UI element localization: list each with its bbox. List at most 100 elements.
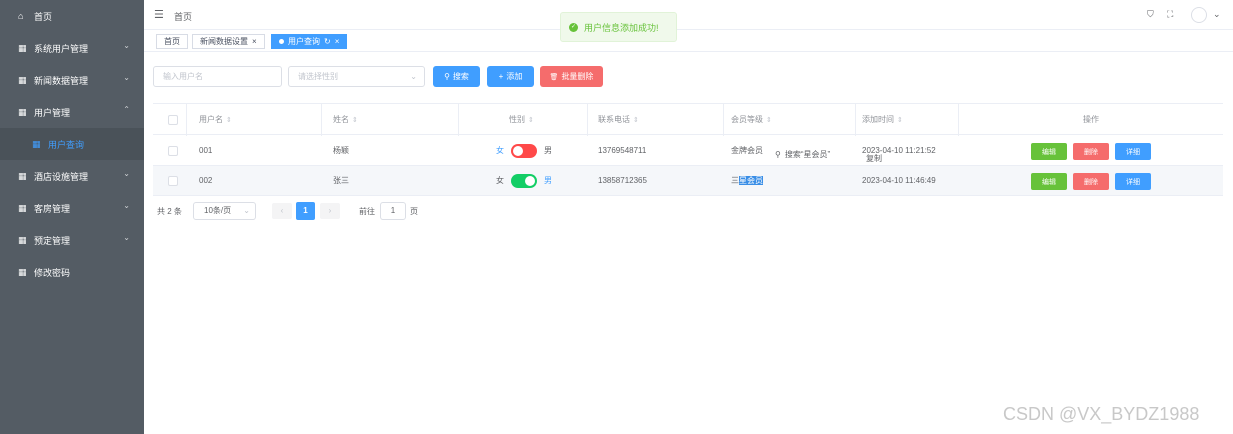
- column-divider: [458, 104, 459, 136]
- column-divider: [186, 104, 187, 136]
- close-icon[interactable]: ×: [335, 37, 340, 46]
- sort-icon[interactable]: ⇕: [528, 117, 534, 124]
- column-header-actions: 操作: [1083, 115, 1099, 124]
- search-icon: ⚲: [444, 72, 450, 81]
- sidebar-item-reservations[interactable]: ▦ 预定管理 ⌄: [0, 224, 144, 256]
- refresh-icon[interactable]: ↻: [324, 37, 331, 46]
- sort-icon[interactable]: ⇕: [226, 117, 232, 124]
- sidebar-item-change-password[interactable]: ▦ 修改密码: [0, 256, 144, 288]
- sidebar-item-home[interactable]: ⌂ 首页: [0, 0, 144, 32]
- delete-button[interactable]: 删除: [1073, 173, 1109, 190]
- row-checkbox[interactable]: [168, 176, 178, 186]
- column-header-time[interactable]: 添加时间 ⇕: [862, 104, 903, 136]
- cell-level[interactable]: 三星会员: [731, 166, 763, 196]
- sidebar-item-user-management[interactable]: ▦ 用户管理 ⌃: [0, 96, 144, 128]
- sidebar-item-label: 酒店设施管理: [34, 171, 89, 182]
- column-header-level[interactable]: 会员等级 ⇕: [731, 104, 772, 136]
- gender-label-female: 女: [496, 176, 504, 185]
- column-header-name[interactable]: 姓名 ⇕: [333, 104, 358, 136]
- gender-select[interactable]: 请选择性别 ⌄: [288, 66, 425, 87]
- column-header-username[interactable]: 用户名 ⇕: [199, 104, 232, 136]
- gender-switch[interactable]: [511, 174, 537, 188]
- next-page-button[interactable]: ›: [320, 203, 340, 219]
- gender-label-female: 女: [496, 146, 504, 155]
- switch-knob: [525, 176, 535, 186]
- grid-icon: ▦: [18, 170, 27, 181]
- delete-button[interactable]: 删除: [1073, 143, 1109, 160]
- column-divider: [855, 104, 856, 136]
- sidebar-item-rooms[interactable]: ▦ 客房管理 ⌄: [0, 192, 144, 224]
- sidebar-item-user-query[interactable]: ▦ 用户查询: [0, 128, 144, 160]
- grid-icon: ▦: [18, 106, 27, 117]
- chevron-down-icon: ⌄: [123, 73, 130, 82]
- page-size-select[interactable]: 10条/页 ⌄: [193, 202, 256, 220]
- page-unit-label: 页: [410, 207, 418, 216]
- chevron-down-icon: ⌄: [410, 72, 417, 81]
- sidebar-item-label: 修改密码: [34, 267, 71, 278]
- fullscreen-icon[interactable]: ⛶: [1167, 9, 1173, 20]
- edit-button[interactable]: 编辑: [1031, 173, 1067, 190]
- sidebar-item-label: 预定管理: [34, 235, 71, 246]
- search-label: 搜索: [452, 72, 469, 81]
- sort-icon[interactable]: ⇕: [352, 117, 358, 124]
- cell-name: 张三: [333, 176, 349, 185]
- avatar[interactable]: [1191, 7, 1207, 23]
- sidebar-item-label: 系统用户管理: [34, 43, 89, 54]
- gender-switch[interactable]: [511, 144, 537, 158]
- row-checkbox[interactable]: [168, 146, 178, 156]
- tab-news-settings[interactable]: 新闻数据设置 ×: [192, 34, 265, 49]
- sort-icon[interactable]: ⇕: [897, 117, 903, 124]
- select-all-checkbox[interactable]: [168, 115, 178, 125]
- hamburger-icon[interactable]: ☰: [154, 8, 164, 21]
- column-header-gender[interactable]: 性别 ⇕: [509, 104, 534, 136]
- plus-icon: +: [498, 72, 504, 81]
- tab-label: 首页: [164, 37, 180, 46]
- column-divider: [723, 104, 724, 136]
- cell-username: 001: [199, 146, 213, 155]
- column-divider: [321, 104, 322, 136]
- column-header-phone[interactable]: 联系电话 ⇕: [598, 104, 639, 136]
- edit-button[interactable]: 编辑: [1031, 143, 1067, 160]
- trash-icon: 🗑: [549, 73, 559, 81]
- gender-placeholder: 请选择性别: [298, 72, 338, 81]
- grid-icon: ▦: [18, 42, 27, 53]
- sort-icon[interactable]: ⇕: [766, 117, 772, 124]
- grid-icon: ▦: [18, 202, 27, 213]
- sidebar-item-system-users[interactable]: ▦ 系统用户管理 ⌄: [0, 32, 144, 64]
- sidebar-item-hotel-facilities[interactable]: ▦ 酒店设施管理 ⌄: [0, 160, 144, 192]
- search-button[interactable]: ⚲ 搜索: [433, 66, 480, 87]
- close-icon[interactable]: ×: [252, 37, 257, 46]
- gender-label-male: 男: [544, 146, 552, 155]
- username-input[interactable]: 输入用户名: [153, 66, 282, 87]
- grid-icon: ▦: [18, 74, 27, 85]
- prev-page-button[interactable]: ‹: [272, 203, 292, 219]
- chevron-down-icon: ⌄: [123, 201, 130, 210]
- detail-button[interactable]: 详细: [1115, 173, 1151, 190]
- pagination-total: 共 2 条: [157, 207, 182, 216]
- tab-user-query[interactable]: 用户查询 ↻ ×: [271, 34, 348, 49]
- cell-name: 杨颖: [333, 146, 349, 155]
- chevron-down-icon: ⌄: [123, 233, 130, 242]
- chevron-down-icon[interactable]: ⌄: [1213, 9, 1221, 20]
- grid-icon: ▦: [32, 138, 41, 149]
- sidebar-item-label: 新闻数据管理: [34, 75, 89, 86]
- table-header: 用户名 ⇕ 姓名 ⇕ 性别 ⇕ 联系电话 ⇕ 会员等级 ⇕ 添加时间 ⇕ 操作: [153, 103, 1223, 136]
- popup-copy-action[interactable]: 复制: [866, 153, 882, 164]
- page-number-current[interactable]: 1: [296, 202, 315, 220]
- toast-message: 用户信息添加成功!: [584, 22, 659, 33]
- breadcrumb[interactable]: 首页: [174, 10, 192, 23]
- tab-home[interactable]: 首页: [156, 34, 188, 49]
- selection-popup: ⚲ 搜索“星会员”: [775, 147, 853, 163]
- sidebar-item-news-data[interactable]: ▦ 新闻数据管理 ⌄: [0, 64, 144, 96]
- table-row: 001 杨颖 女 男 13769548711 金牌会员 2023-04-10 1…: [153, 136, 1223, 166]
- popup-search-action[interactable]: 搜索“星会员”: [785, 150, 830, 159]
- tab-label: 用户查询: [288, 37, 320, 46]
- shirt-icon[interactable]: ⛉: [1147, 9, 1154, 20]
- chevron-up-icon: ⌃: [123, 105, 130, 114]
- detail-button[interactable]: 详细: [1115, 143, 1151, 160]
- cell-phone: 13769548711: [598, 146, 647, 155]
- goto-page-input[interactable]: 1: [380, 202, 406, 220]
- sort-icon[interactable]: ⇕: [633, 117, 639, 124]
- add-button[interactable]: + 添加: [487, 66, 534, 87]
- batch-delete-button[interactable]: 🗑 批量删除: [540, 66, 603, 87]
